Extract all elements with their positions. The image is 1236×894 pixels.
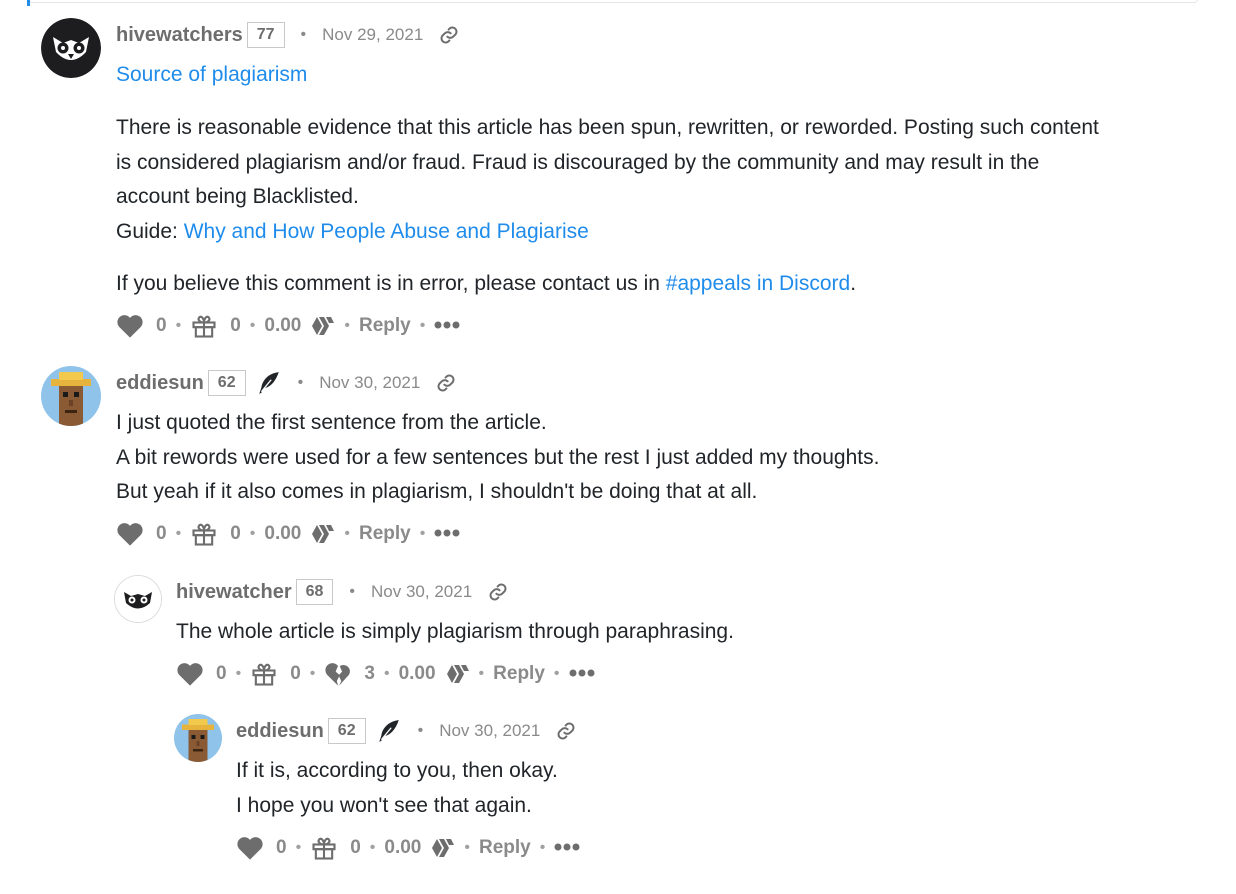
guide-label: Guide: xyxy=(116,219,184,243)
author-name[interactable]: hivewatchers xyxy=(116,24,243,47)
appeal-prefix: If you believe this comment is in error,… xyxy=(116,272,666,295)
source-link[interactable]: Source of plagiarism xyxy=(116,63,307,86)
appeal-suffix: . xyxy=(850,272,857,295)
previous-post-frame xyxy=(27,0,1198,6)
body-line: I hope you won't see that again. xyxy=(236,793,532,817)
hive-icon xyxy=(309,315,335,337)
body-line: A bit rewords were used for a few senten… xyxy=(116,445,880,469)
feather-icon xyxy=(376,718,402,744)
separator-dot: • xyxy=(297,374,304,391)
feather-icon xyxy=(256,370,282,396)
payout-value[interactable]: 0.00 xyxy=(399,663,436,685)
more-dots-icon[interactable] xyxy=(434,317,460,335)
downvote-count[interactable]: 3 xyxy=(364,663,375,685)
gift-icon[interactable] xyxy=(250,660,278,688)
comment-date[interactable]: Nov 30, 2021 xyxy=(439,721,540,741)
reply-button[interactable]: Reply xyxy=(479,837,531,859)
comment-actions: 0 • 0 • 3 • 0.00 • Reply • xyxy=(176,659,595,689)
author-name[interactable]: eddiesun xyxy=(236,720,324,743)
tip-count[interactable]: 0 xyxy=(350,837,361,859)
gift-icon[interactable] xyxy=(190,312,218,340)
reply-button[interactable]: Reply xyxy=(493,663,545,685)
reputation-badge: 77 xyxy=(246,22,285,48)
guide-line: Guide: Why and How People Abuse and Plag… xyxy=(116,215,1099,250)
tip-count[interactable]: 0 xyxy=(290,663,301,685)
avatar-hivewatchers[interactable] xyxy=(41,18,101,78)
body-line: If it is, according to you, then okay. xyxy=(236,759,558,782)
payout-value[interactable]: 0.00 xyxy=(264,315,301,337)
more-dots-icon[interactable] xyxy=(569,665,595,683)
gift-icon[interactable] xyxy=(310,834,338,862)
reply-button[interactable]: Reply xyxy=(359,523,411,545)
comment-actions: 0 • 0 • 0.00 • Reply • xyxy=(116,311,460,341)
gift-icon[interactable] xyxy=(190,520,218,548)
payout-value[interactable]: 0.00 xyxy=(384,837,421,859)
vote-count[interactable]: 0 xyxy=(276,837,287,859)
body-line: But yeah if it also comes in plagiarism,… xyxy=(116,480,758,503)
discord-appeals-link[interactable]: #appeals in Discord xyxy=(666,272,850,295)
hive-icon xyxy=(429,837,455,859)
more-dots-icon[interactable] xyxy=(554,839,580,857)
avatar-hivewatcher[interactable] xyxy=(114,575,162,623)
tip-count[interactable]: 0 xyxy=(230,523,241,545)
comment-date[interactable]: Nov 30, 2021 xyxy=(319,373,420,393)
heart-icon[interactable] xyxy=(116,313,144,339)
link-icon[interactable] xyxy=(439,25,459,45)
avatar-eddiesun[interactable] xyxy=(174,714,222,762)
reputation-badge: 62 xyxy=(207,370,246,396)
author-name[interactable]: hivewatcher xyxy=(176,581,292,604)
link-icon[interactable] xyxy=(556,721,576,741)
heart-icon[interactable] xyxy=(236,835,264,861)
vote-count[interactable]: 0 xyxy=(216,663,227,685)
more-dots-icon[interactable] xyxy=(434,525,460,543)
hive-icon xyxy=(309,523,335,545)
body-line: account being Blacklisted. xyxy=(116,185,359,208)
broken-heart-icon[interactable] xyxy=(324,661,352,687)
body-line: There is reasonable evidence that this a… xyxy=(116,116,1099,139)
heart-icon[interactable] xyxy=(176,661,204,687)
comment-date[interactable]: Nov 29, 2021 xyxy=(322,25,423,45)
comment-actions: 0 • 0 • 0.00 • Reply • xyxy=(116,519,460,549)
separator-dot: • xyxy=(417,722,424,739)
heart-icon[interactable] xyxy=(116,521,144,547)
reply-button[interactable]: Reply xyxy=(359,315,411,337)
body-line: The whole article is simply plagiarism t… xyxy=(176,620,734,643)
reputation-badge: 68 xyxy=(295,579,334,605)
separator-dot: • xyxy=(349,583,356,600)
link-icon[interactable] xyxy=(436,373,456,393)
hive-icon xyxy=(444,663,470,685)
body-line: I just quoted the first sentence from th… xyxy=(116,411,547,434)
link-icon[interactable] xyxy=(488,582,508,602)
author-name[interactable]: eddiesun xyxy=(116,372,204,395)
tip-count[interactable]: 0 xyxy=(230,315,241,337)
body-line: is considered plagiarism and/or fraud. F… xyxy=(116,150,1040,174)
payout-value[interactable]: 0.00 xyxy=(264,523,301,545)
appeal-line: If you believe this comment is in error,… xyxy=(116,267,856,302)
guide-link[interactable]: Why and How People Abuse and Plagiarise xyxy=(184,220,589,243)
avatar-eddiesun[interactable] xyxy=(41,366,101,426)
comment-date[interactable]: Nov 30, 2021 xyxy=(371,582,472,602)
vote-count[interactable]: 0 xyxy=(156,523,167,545)
separator-dot: • xyxy=(300,26,307,43)
comment-actions: 0 • 0 • 0.00 • Reply • xyxy=(236,833,580,863)
reputation-badge: 62 xyxy=(327,718,366,744)
vote-count[interactable]: 0 xyxy=(156,315,167,337)
